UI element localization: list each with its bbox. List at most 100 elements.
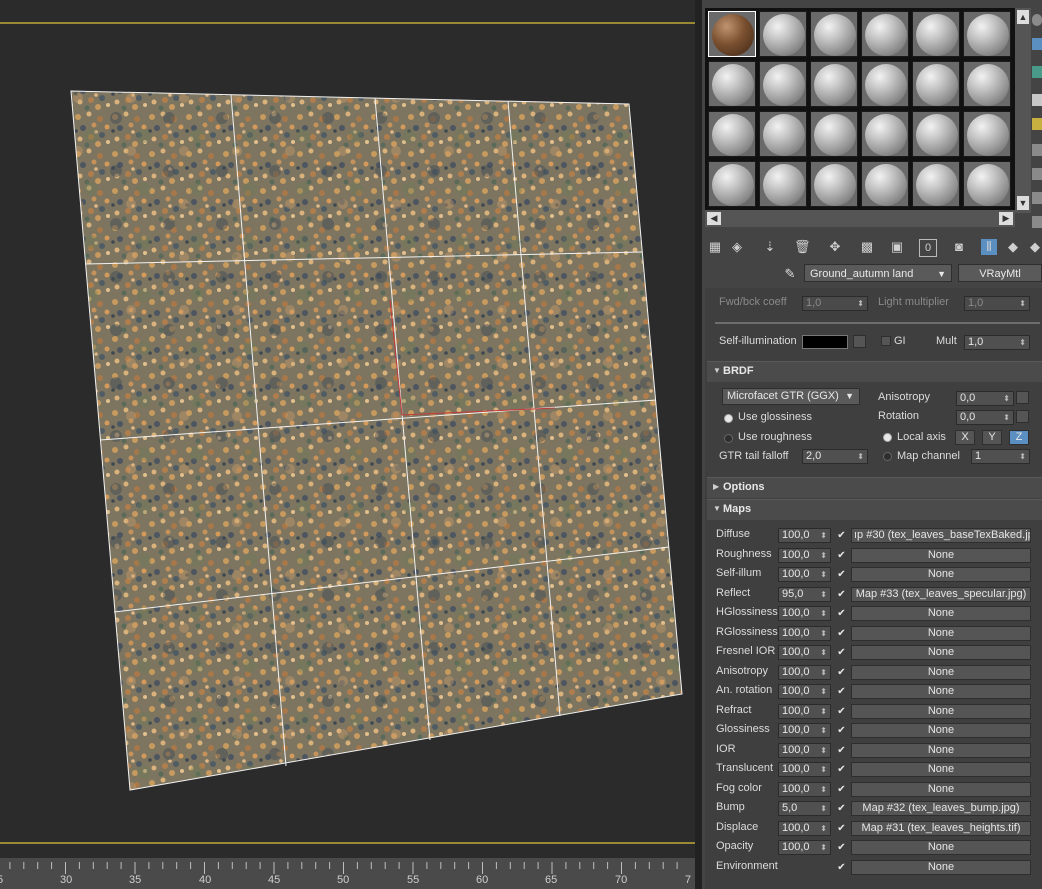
map-enabled-checkbox[interactable]: ✔: [836, 628, 847, 639]
material-type-button[interactable]: VRayMtl: [958, 264, 1042, 282]
go-forward-icon[interactable]: ◆: [1027, 239, 1042, 255]
map-amount-spinner[interactable]: 95,0 ⬍: [778, 586, 831, 602]
timeline-ruler[interactable]: 5 30 35 40 45 50 55 60 65 70 7: [0, 858, 695, 889]
map-slot-button[interactable]: ıp #30 (tex_leaves_baseTexBaked.jp: [851, 528, 1031, 543]
material-slot[interactable]: [708, 11, 756, 57]
scroll-left-icon[interactable]: ◀: [707, 212, 721, 225]
material-slot[interactable]: [963, 111, 1011, 157]
background-icon[interactable]: [1032, 66, 1042, 78]
map-enabled-checkbox[interactable]: ✔: [836, 725, 847, 736]
material-slot[interactable]: [759, 111, 807, 157]
map-amount-spinner[interactable]: 100,0 ⬍: [778, 762, 831, 777]
material-slot[interactable]: [708, 61, 756, 107]
map-amount-spinner[interactable]: 100,0 ⬍: [778, 528, 831, 543]
map-channel-radio[interactable]: [883, 452, 892, 461]
backlight-icon[interactable]: [1032, 38, 1042, 50]
material-slot[interactable]: [810, 161, 858, 207]
map-amount-spinner[interactable]: 100,0 ⬍: [778, 567, 831, 582]
video-color-check-icon[interactable]: [1032, 118, 1042, 130]
material-slot[interactable]: [708, 111, 756, 157]
map-enabled-checkbox[interactable]: ✔: [836, 589, 847, 600]
map-slot-button[interactable]: None: [851, 625, 1031, 641]
anisotropy-spinner[interactable]: 0,0 ⬍: [956, 391, 1014, 406]
fwd-bck-coeff-spinner[interactable]: 1,0 ⬍: [802, 296, 868, 311]
make-preview-icon[interactable]: [1032, 144, 1042, 156]
sample-horizontal-scrollbar[interactable]: ◀ ▶: [705, 210, 1015, 227]
material-slot[interactable]: [912, 161, 960, 207]
self-illumination-color-swatch[interactable]: [802, 335, 848, 349]
map-enabled-checkbox[interactable]: ✔: [836, 550, 847, 561]
material-slot[interactable]: [810, 111, 858, 157]
map-amount-spinner[interactable]: 100,0 ⬍: [778, 684, 831, 699]
sample-type-icon[interactable]: [1032, 14, 1042, 26]
viewport[interactable]: 5 30 35 40 45 50 55 60 65 70 7: [0, 0, 695, 889]
map-slot-button[interactable]: Map #32 (tex_leaves_bump.jpg): [851, 801, 1031, 816]
show-end-result-icon[interactable]: ⫴: [981, 239, 997, 255]
map-channel-spinner[interactable]: 1 ⬍: [971, 449, 1030, 464]
material-slot[interactable]: [861, 61, 909, 107]
map-amount-spinner[interactable]: 100,0 ⬍: [778, 547, 831, 563]
axis-x-button[interactable]: X: [955, 430, 975, 445]
gi-checkbox[interactable]: [881, 336, 891, 346]
map-slot-button[interactable]: None: [851, 645, 1031, 660]
map-amount-spinner[interactable]: 100,0 ⬍: [778, 703, 831, 719]
gtr-tail-falloff-spinner[interactable]: 2,0 ⬍: [802, 449, 868, 464]
material-slot[interactable]: [759, 161, 807, 207]
map-slot-button[interactable]: None: [851, 567, 1031, 582]
panel-divider[interactable]: [695, 0, 702, 889]
map-slot-button[interactable]: None: [851, 703, 1031, 719]
use-roughness-radio[interactable]: [724, 434, 733, 443]
material-slot[interactable]: [912, 11, 960, 57]
map-enabled-checkbox[interactable]: ✔: [836, 803, 847, 814]
material-slot[interactable]: [963, 61, 1011, 107]
go-to-parent-icon[interactable]: ◆: [1005, 239, 1021, 255]
rotation-map-button[interactable]: [1016, 410, 1029, 423]
map-amount-spinner[interactable]: 100,0 ⬍: [778, 723, 831, 738]
material-slot[interactable]: [759, 11, 807, 57]
make-unique-icon[interactable]: ▩: [859, 239, 875, 255]
map-enabled-checkbox[interactable]: ✔: [836, 647, 847, 658]
map-amount-spinner[interactable]: 100,0 ⬍: [778, 606, 831, 621]
make-copy-icon[interactable]: ✥: [827, 239, 843, 255]
options-rollout-header[interactable]: ▶ Options: [707, 477, 1042, 498]
options-icon[interactable]: [1032, 168, 1042, 180]
material-slot[interactable]: [963, 11, 1011, 57]
self-illumination-map-button[interactable]: [853, 335, 866, 348]
map-amount-spinner[interactable]: 100,0 ⬍: [778, 625, 831, 641]
material-id-channel-icon[interactable]: 0: [919, 239, 937, 257]
map-amount-spinner[interactable]: 100,0 ⬍: [778, 781, 831, 797]
material-slot[interactable]: [810, 11, 858, 57]
use-glossiness-radio[interactable]: [724, 414, 733, 423]
material-slot[interactable]: [861, 161, 909, 207]
select-by-material-icon[interactable]: [1032, 192, 1042, 204]
scroll-down-icon[interactable]: ▼: [1017, 196, 1029, 210]
rotation-spinner[interactable]: 0,0 ⬍: [956, 410, 1014, 425]
put-to-scene-icon[interactable]: ◈: [729, 239, 745, 255]
map-amount-spinner[interactable]: 100,0 ⬍: [778, 645, 831, 660]
light-multiplier-spinner[interactable]: 1,0 ⬍: [964, 296, 1030, 311]
material-map-navigator-icon[interactable]: [1032, 216, 1042, 228]
map-enabled-checkbox[interactable]: ✔: [836, 706, 847, 717]
material-slot[interactable]: [912, 111, 960, 157]
brdf-type-dropdown[interactable]: Microfacet GTR (GGX) ▼: [722, 388, 860, 405]
map-enabled-checkbox[interactable]: ✔: [836, 686, 847, 697]
get-material-icon[interactable]: ▦: [707, 239, 723, 255]
sample-vertical-scrollbar[interactable]: ▲ ▼: [1015, 8, 1031, 213]
map-slot-button[interactable]: None: [851, 781, 1031, 797]
map-slot-button[interactable]: None: [851, 664, 1031, 680]
map-enabled-checkbox[interactable]: ✔: [836, 784, 847, 795]
map-amount-spinner[interactable]: 100,0 ⬍: [778, 742, 831, 758]
map-slot-button[interactable]: None: [851, 606, 1031, 621]
map-enabled-checkbox[interactable]: ✔: [836, 745, 847, 756]
material-slot[interactable]: [759, 61, 807, 107]
axis-y-button[interactable]: Y: [982, 430, 1002, 445]
map-enabled-checkbox[interactable]: ✔: [836, 608, 847, 619]
map-slot-button[interactable]: None: [851, 742, 1031, 758]
map-slot-button[interactable]: Map #31 (tex_leaves_heights.tif): [851, 820, 1031, 836]
map-enabled-checkbox[interactable]: ✔: [836, 569, 847, 580]
map-enabled-checkbox[interactable]: ✔: [836, 764, 847, 775]
map-amount-spinner[interactable]: 100,0 ⬍: [778, 840, 831, 855]
assign-to-selection-icon[interactable]: ⇣: [762, 239, 778, 255]
anisotropy-map-button[interactable]: [1016, 391, 1029, 404]
material-slot[interactable]: [861, 11, 909, 57]
